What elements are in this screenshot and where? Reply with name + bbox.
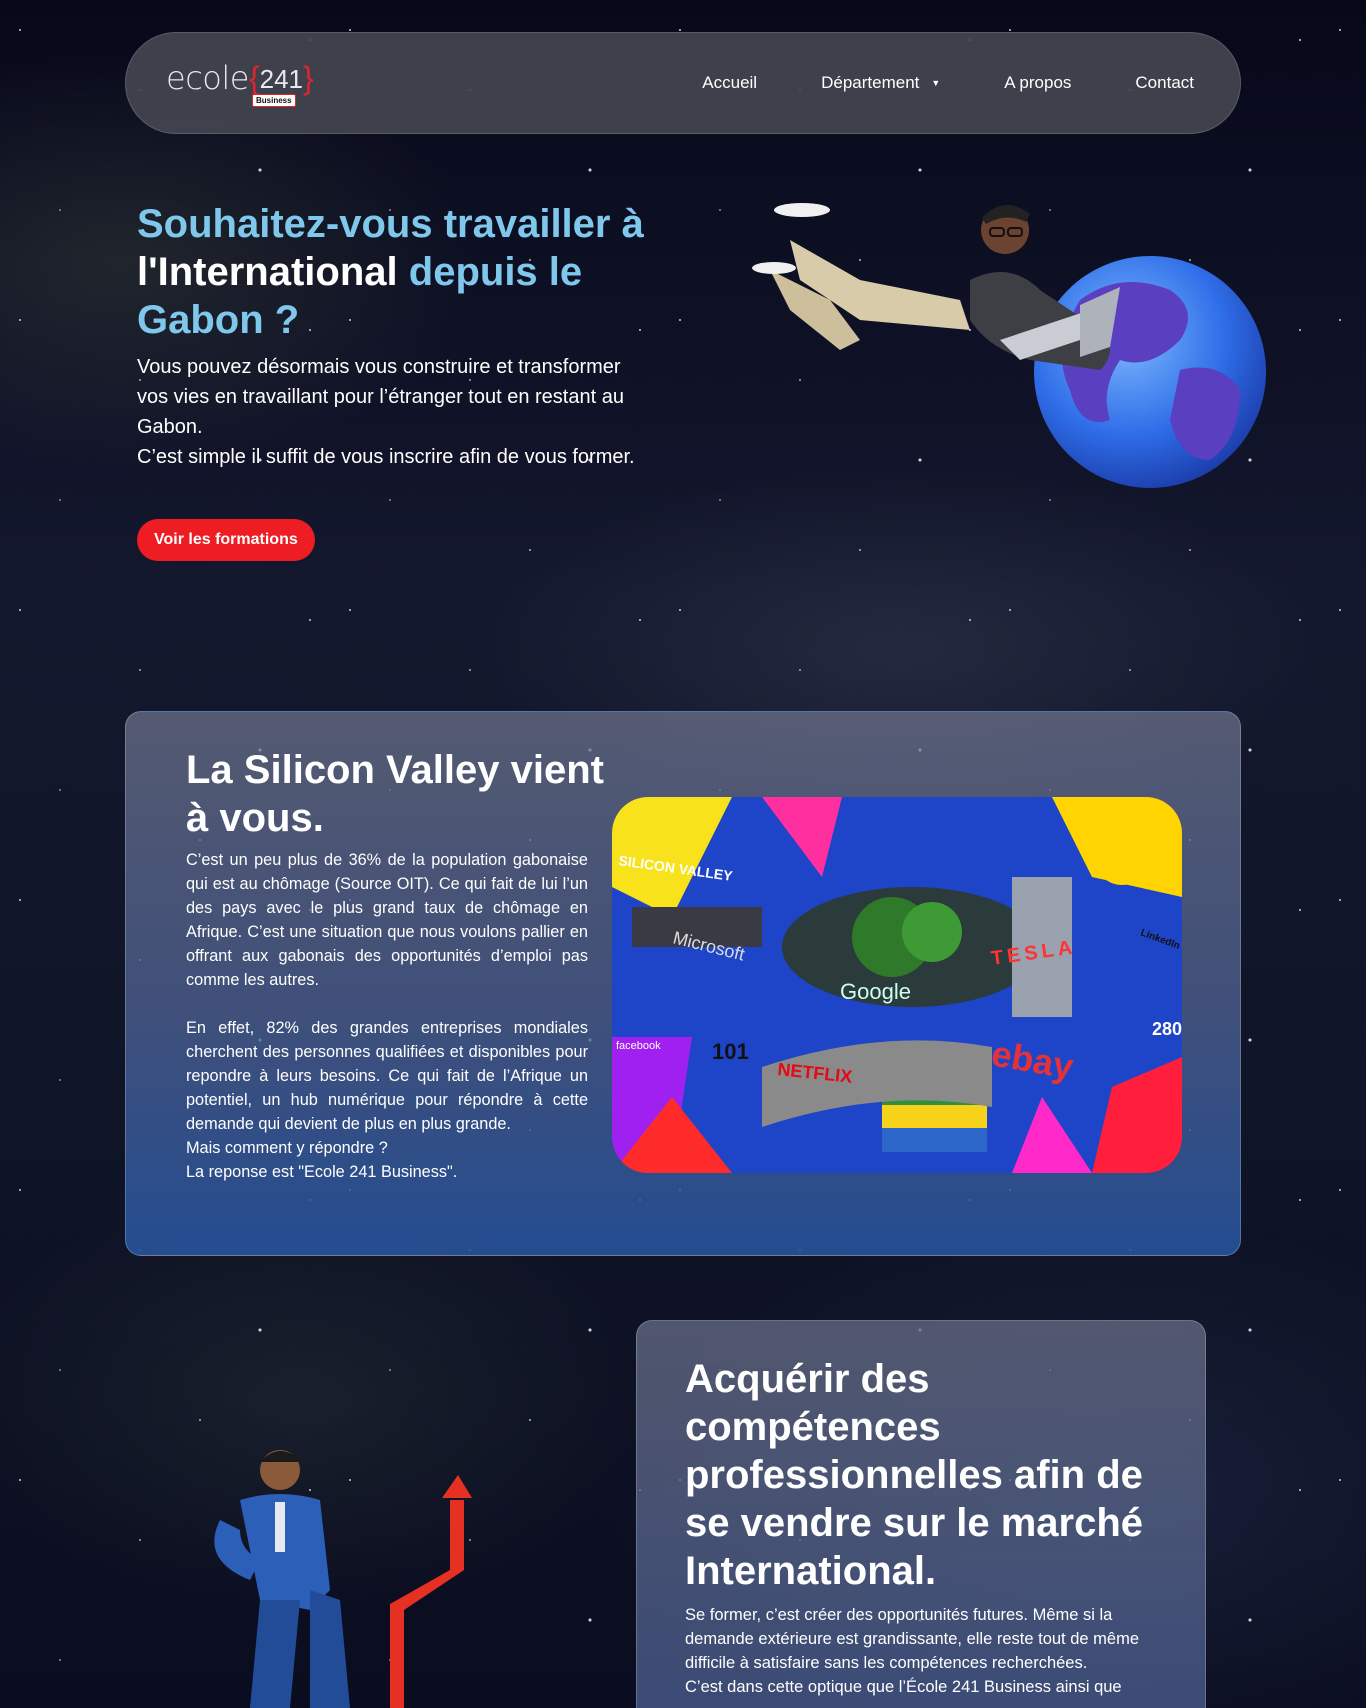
collage-label: 101 — [712, 1039, 749, 1064]
hero-title-part1: Souhaitez-vous travailler à — [137, 202, 644, 246]
silicon-answer: La reponse est "Ecole 241 Business". — [186, 1163, 458, 1181]
logo-word: ecole — [166, 59, 249, 97]
hero-title: Souhaitez-vous travailler à l'Internatio… — [137, 200, 697, 344]
caret-down-icon: ▼ — [931, 78, 941, 88]
skills-title: Acquérir des compétences professionnelle… — [685, 1357, 1144, 1593]
collage-label: facebook — [616, 1040, 661, 1052]
nav-item-label: Accueil — [702, 73, 758, 92]
logo-brace-close: } — [303, 60, 314, 96]
silicon-valley-title: La Silicon Valley vient à vous. — [186, 748, 604, 840]
hero-description: Vous pouvez désormais vous construire et… — [137, 352, 657, 472]
silicon-question: Mais comment y répondre ? — [186, 1139, 388, 1157]
nav-item-label: Contact — [1135, 73, 1194, 92]
silicon-valley-section: La Silicon Valley vient à vous. C’est un… — [125, 711, 1241, 1256]
nav-item-a-propos[interactable]: A propos — [1004, 73, 1071, 93]
hero-title-highlight: l'International — [137, 250, 398, 294]
nav-item-contact[interactable]: Contact — [1135, 73, 1194, 93]
collage-label: 280 — [1152, 1019, 1182, 1039]
skills-paragraph: C’est dans cette optique que l’École 241… — [685, 1678, 1122, 1696]
hero-paragraph: C’est simple il suffit de vous inscrire … — [137, 446, 635, 468]
silicon-valley-collage-image: SILICON VALLEY Microsoft Google TESLA eb… — [612, 797, 1182, 1173]
voir-formations-button[interactable]: Voir les formations — [137, 519, 315, 561]
collage-label: Google — [840, 979, 911, 1004]
logo-brace-open: { — [248, 60, 260, 96]
silicon-valley-text: C’est un peu plus de 36% de la populatio… — [186, 848, 588, 1184]
skills-paragraph: Se former, c’est créer des opportunités … — [685, 1606, 1140, 1672]
nav-item-label: Département — [821, 73, 920, 92]
logo-business-badge: Business — [252, 94, 296, 107]
top-navbar: ecole { 241 } Business Accueil Départeme… — [125, 32, 1241, 134]
flying-man-globe-illustration — [752, 203, 1266, 488]
skills-section: Acquérir des compétences professionnelle… — [636, 1320, 1206, 1708]
nav-item-accueil[interactable]: Accueil — [702, 73, 757, 93]
nav-menu: Accueil Département ▼ A propos Contact — [638, 73, 1194, 93]
ecole241-logo[interactable]: ecole { 241 } Business — [166, 58, 314, 108]
skills-text: Se former, c’est créer des opportunités … — [685, 1603, 1165, 1699]
businessman-stairs-illustration — [214, 1450, 472, 1708]
hero-paragraph: Vous pouvez désormais vous construire et… — [137, 356, 624, 438]
silicon-paragraph: C’est un peu plus de 36% de la populatio… — [186, 851, 588, 989]
silicon-paragraph: En effet, 82% des grandes entreprises mo… — [186, 1019, 588, 1133]
nav-item-departement[interactable]: Département ▼ — [821, 73, 940, 93]
nav-item-label: A propos — [1004, 73, 1072, 92]
